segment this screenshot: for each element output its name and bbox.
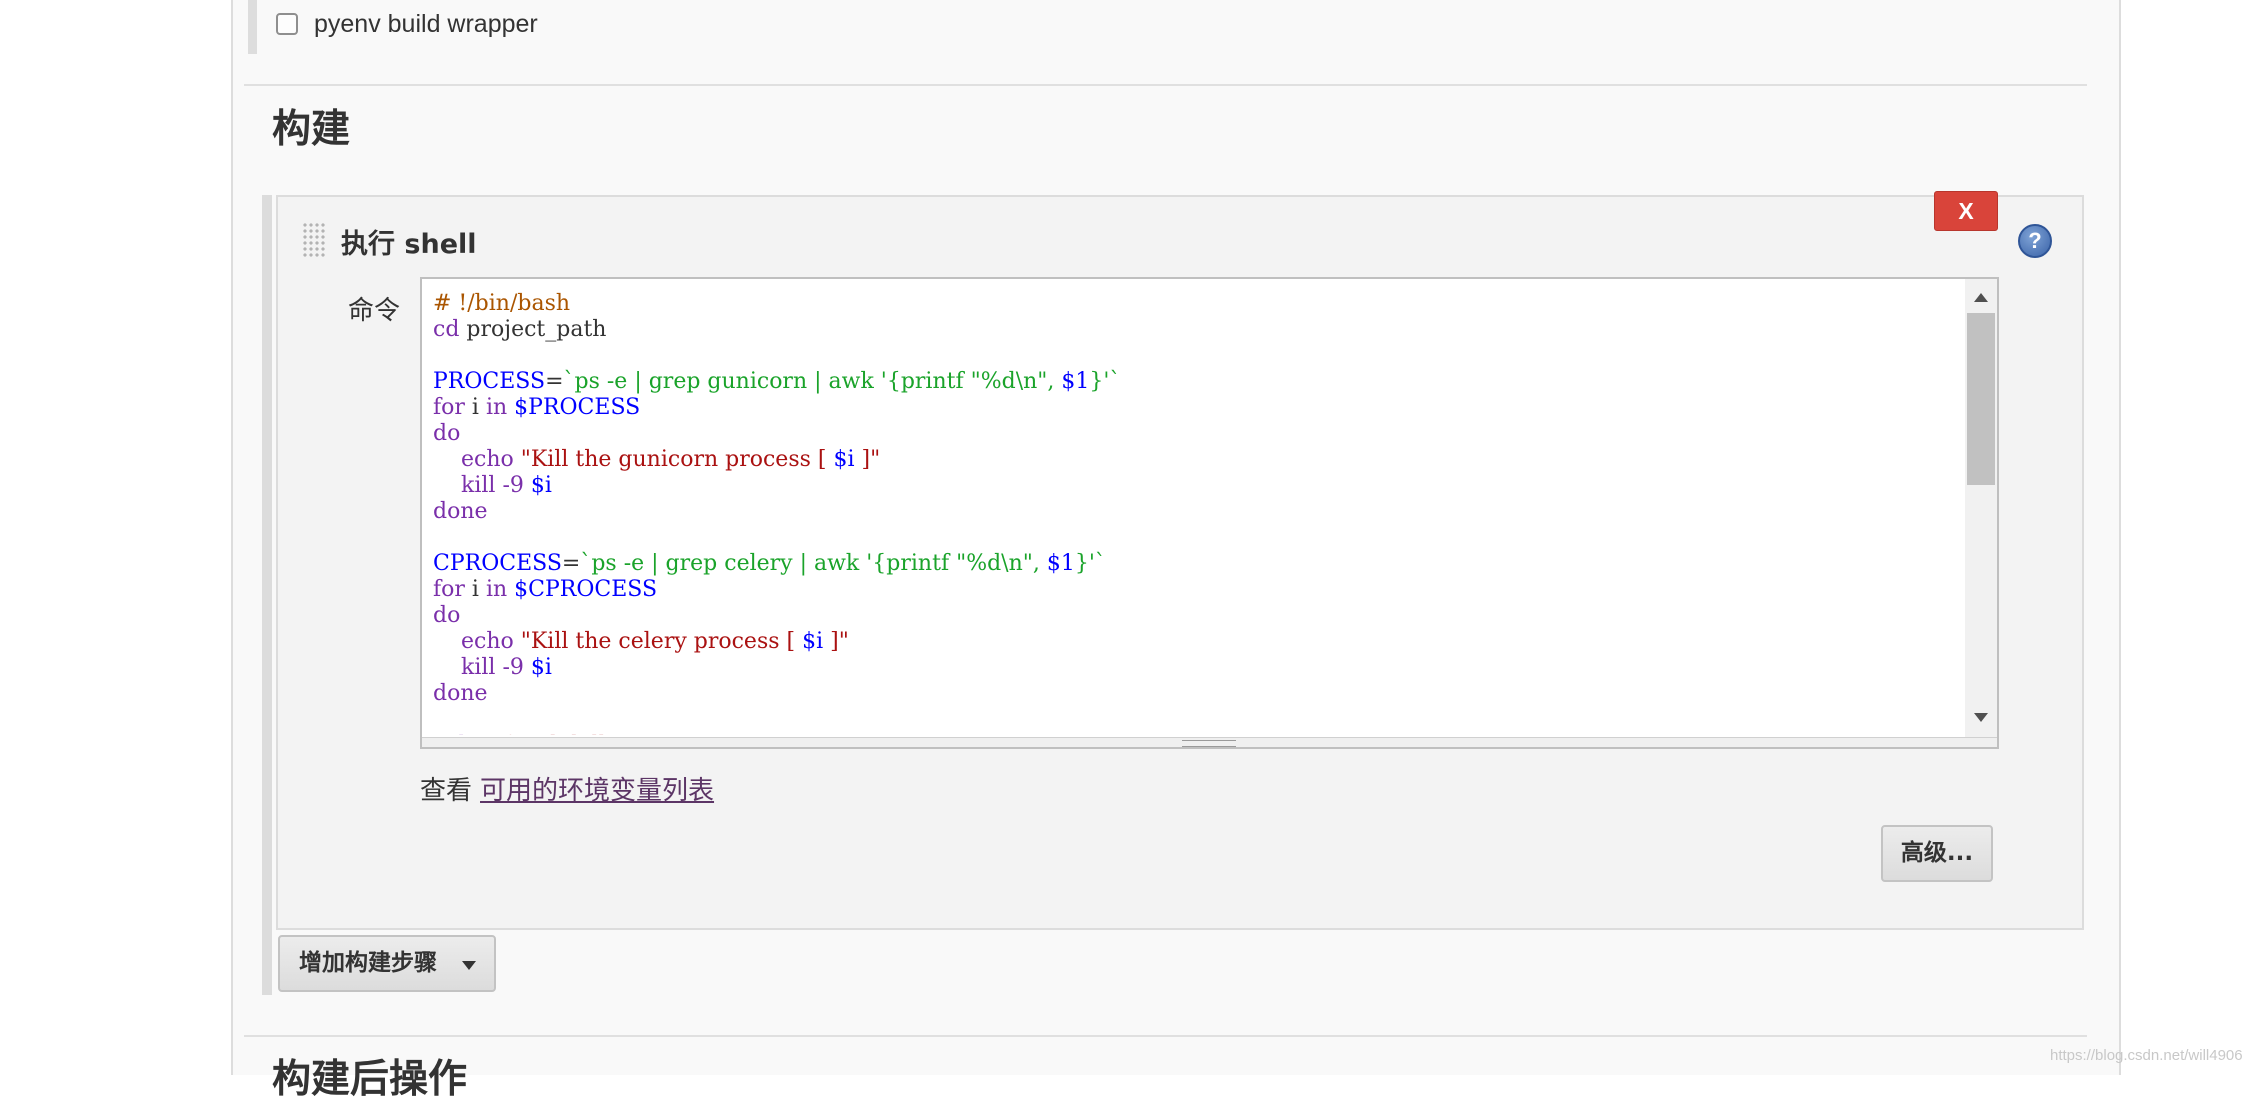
scroll-thumb[interactable] <box>1967 313 1995 485</box>
build-section-title: 构建 <box>272 107 351 152</box>
code-token: $1 <box>1046 551 1075 576</box>
code-token: echo <box>460 629 514 654</box>
code-token: cd <box>433 317 460 342</box>
code-token: = <box>561 551 581 576</box>
code-token: project_path <box>459 317 607 342</box>
code-token: "Kill the gunicorn process [ <box>520 447 834 472</box>
code-token: -9 <box>502 655 524 680</box>
pyenv-checkbox[interactable] <box>276 13 298 35</box>
code-token: $PROCESS <box>514 395 641 420</box>
code-token: $i <box>530 655 552 680</box>
code-token: for <box>433 395 465 420</box>
scroll-up-arrow-icon[interactable] <box>1974 293 1988 302</box>
code-line: do <box>433 421 1973 447</box>
code-line: PROCESS=`ps -e | grep gunicorn | awk '{p… <box>433 369 1973 395</box>
delete-step-button[interactable]: X <box>1934 191 1998 231</box>
code-token: $i <box>530 473 552 498</box>
caret-down-icon <box>462 961 476 970</box>
code-line: # !/bin/bash <box>433 291 1973 317</box>
drag-handle-icon[interactable] <box>302 222 326 258</box>
code-token: done <box>433 499 488 524</box>
code-line: kill -9 $i <box>433 655 1973 681</box>
code-token: $i <box>833 447 855 472</box>
code-line: for i in $PROCESS <box>433 395 1973 421</box>
section-divider <box>244 1035 2087 1037</box>
code-token: # !/bin/bash <box>433 291 571 316</box>
add-build-step-button[interactable]: 增加构建步骤 <box>278 935 496 992</box>
code-token: $CPROCESS <box>514 577 658 602</box>
code-token: for <box>433 577 465 602</box>
code-token: PROCESS <box>433 369 546 394</box>
code-line: do <box>433 603 1973 629</box>
post-build-section-title: 构建后操作 <box>272 1057 468 1102</box>
code-line: for i in $CPROCESS <box>433 577 1973 603</box>
add-build-step-label: 增加构建步骤 <box>299 950 437 976</box>
code-token: = <box>545 369 564 394</box>
watermark: https://blog.csdn.net/will4906 <box>2050 1047 2243 1064</box>
editor-scrollbar[interactable] <box>1965 279 1997 739</box>
command-editor[interactable]: # !/bin/bash cd project_path PROCESS=`ps -… <box>420 277 1999 749</box>
code-line: done <box>433 499 1973 525</box>
code-token: done <box>433 681 488 706</box>
section-divider <box>244 84 2087 86</box>
command-code[interactable]: # !/bin/bash cd project_path PROCESS=`ps -… <box>433 291 1973 735</box>
env-vars-link[interactable]: 可用的环境变量列表 <box>480 776 714 806</box>
pyenv-checkbox-label: pyenv build wrapper <box>314 9 538 38</box>
code-line: cd project_path <box>433 317 1973 343</box>
code-token: `ps -e | grep celery | awk '{printf "%d\… <box>580 551 1047 576</box>
code-token: in <box>485 395 508 420</box>
code-token: ]" <box>854 447 881 472</box>
code-token: }'` <box>1074 551 1106 576</box>
editor-resize-handle[interactable] <box>422 737 1997 747</box>
code-token: i <box>464 395 486 420</box>
code-token: kill <box>460 655 496 680</box>
previous-section-bar <box>248 0 257 54</box>
build-section-bar <box>262 195 272 995</box>
code-line: CPROCESS=`ps -e | grep celery | awk '{pr… <box>433 551 1973 577</box>
code-token: CPROCESS <box>433 551 562 576</box>
env-vars-prefix: 查看 <box>420 776 473 806</box>
env-vars-row: 查看 可用的环境变量列表 <box>420 770 714 807</box>
code-line: echo "Kill the celery process [ $i ]" <box>433 629 1973 655</box>
code-token: do <box>433 421 461 446</box>
command-label: 命令 <box>348 296 401 326</box>
code-line: done <box>433 681 1973 707</box>
code-line: echo "finish kill" <box>433 733 1973 735</box>
advanced-button[interactable]: 高级... <box>1881 825 1993 882</box>
code-token: $i <box>802 629 824 654</box>
help-icon[interactable]: ? <box>2018 224 2052 258</box>
pyenv-option[interactable]: pyenv build wrapper <box>276 8 538 40</box>
code-token: ]" <box>823 629 849 654</box>
code-token: "Kill the celery process [ <box>520 629 803 654</box>
code-token: -9 <box>502 473 524 498</box>
code-token: i <box>464 577 486 602</box>
code-token: echo <box>460 447 514 472</box>
code-line: echo "Kill the gunicorn process [ $i ]" <box>433 447 1973 473</box>
code-token: kill <box>460 473 496 498</box>
code-line: kill -9 $i <box>433 473 1973 499</box>
code-token: do <box>433 603 461 628</box>
code-token: `ps -e | grep gunicorn | awk '{printf "%… <box>563 369 1062 394</box>
code-token: }'` <box>1089 369 1121 394</box>
code-token: "finish kill" <box>493 733 616 735</box>
scroll-down-arrow-icon[interactable] <box>1974 713 1988 722</box>
code-token: $1 <box>1061 369 1090 394</box>
code-token: in <box>485 577 508 602</box>
shell-step-title: 执行 shell <box>341 229 477 260</box>
code-token: echo <box>433 733 486 735</box>
